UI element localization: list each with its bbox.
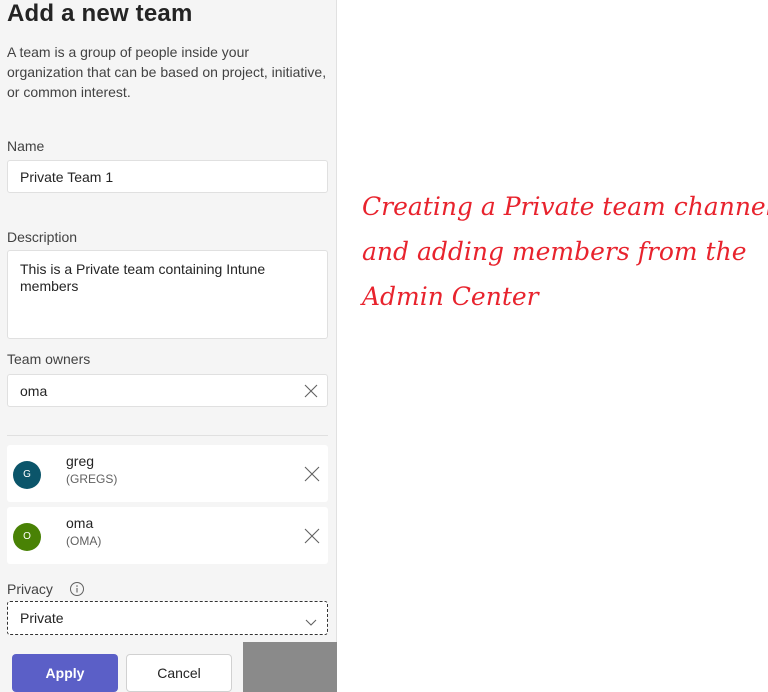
owner-id: (OMA) bbox=[66, 534, 102, 548]
owners-divider bbox=[7, 435, 328, 436]
chevron-down-icon bbox=[305, 614, 317, 626]
panel-title: Add a new team bbox=[7, 0, 193, 27]
caption-line: and adding members from the bbox=[362, 237, 747, 266]
cancel-button[interactable]: Cancel bbox=[126, 654, 232, 692]
gray-overlay-block bbox=[243, 642, 337, 692]
panel-footer: Apply Cancel bbox=[0, 642, 337, 692]
name-input-value: Private Team 1 bbox=[20, 169, 114, 185]
owner-list-item: O oma (OMA) bbox=[7, 507, 328, 564]
name-input[interactable]: Private Team 1 bbox=[7, 160, 328, 193]
privacy-select-value: Private bbox=[20, 610, 64, 626]
privacy-label: Privacy bbox=[7, 581, 53, 597]
panel-intro: A team is a group of people inside your … bbox=[7, 44, 327, 100]
remove-owner-icon[interactable] bbox=[304, 528, 320, 544]
team-owners-search-value: oma bbox=[20, 383, 48, 399]
caption-line: Creating a Private team channel bbox=[362, 192, 768, 221]
description-textarea[interactable]: This is a Private team containing Intune… bbox=[7, 250, 328, 339]
caption-line: Admin Center bbox=[362, 282, 539, 311]
owner-id: (GREGS) bbox=[66, 472, 118, 486]
caption-text: Creating a Private team channel and addi… bbox=[362, 184, 768, 319]
apply-button[interactable]: Apply bbox=[12, 654, 118, 692]
owner-name: oma bbox=[66, 515, 94, 531]
team-owners-search-input[interactable]: oma bbox=[7, 374, 328, 407]
privacy-select[interactable]: Private bbox=[7, 601, 328, 635]
name-label: Name bbox=[7, 138, 45, 154]
owner-name: greg bbox=[66, 453, 95, 469]
info-icon[interactable] bbox=[69, 581, 85, 597]
description-value: This is a Private team containing Intune… bbox=[20, 261, 266, 294]
avatar: G bbox=[13, 461, 41, 489]
team-owners-label: Team owners bbox=[7, 351, 91, 367]
add-team-panel: Add a new team A team is a group of peop… bbox=[0, 0, 337, 692]
avatar: O bbox=[13, 523, 41, 551]
remove-owner-icon[interactable] bbox=[304, 466, 320, 482]
owner-list-item: G greg (GREGS) bbox=[7, 445, 328, 502]
description-label: Description bbox=[7, 229, 78, 245]
clear-search-icon[interactable] bbox=[304, 384, 318, 398]
